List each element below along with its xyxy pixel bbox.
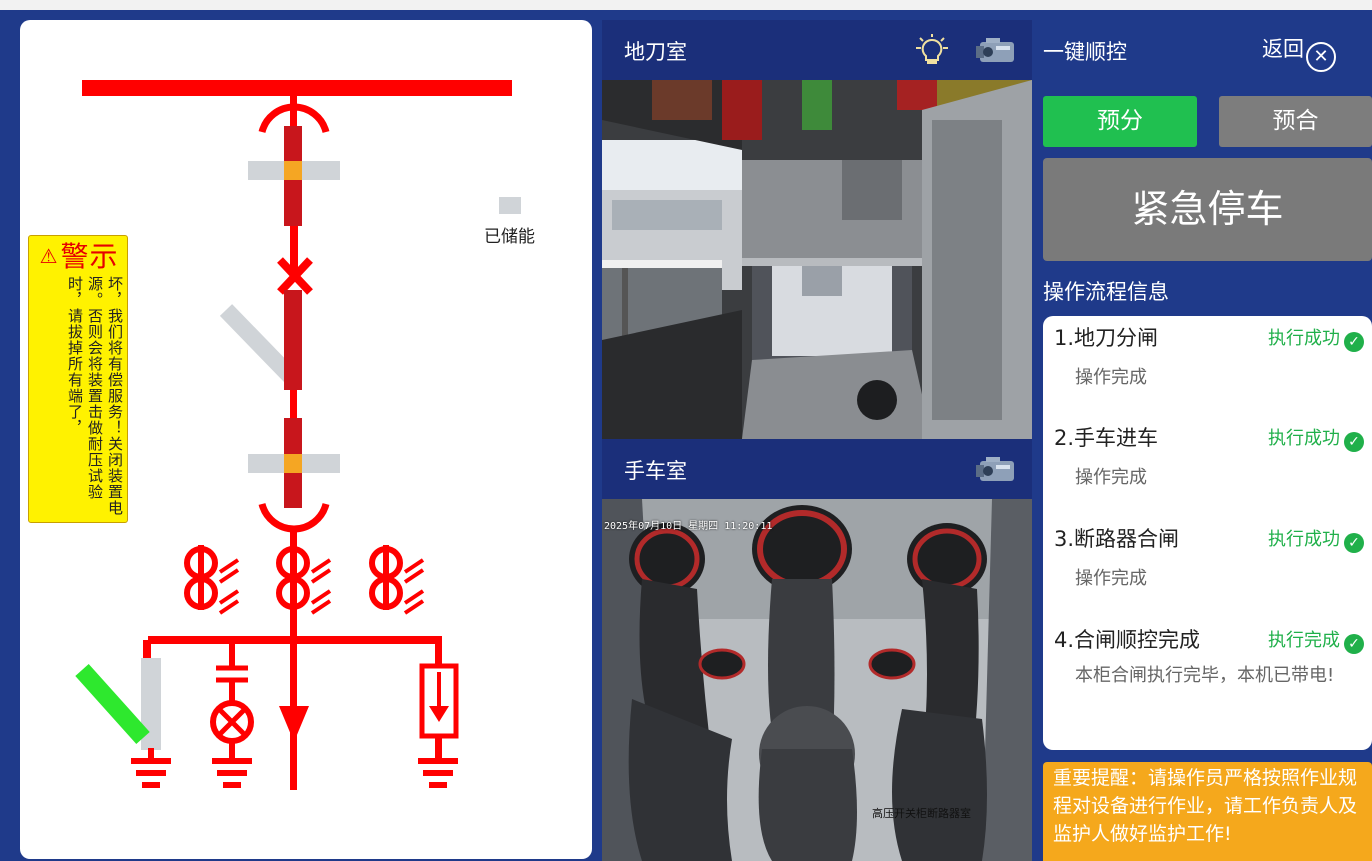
step-name: 2.手车进车 bbox=[1054, 426, 1159, 450]
ct-middle bbox=[276, 546, 332, 615]
check-icon: ✓ bbox=[1344, 432, 1364, 452]
light-bulb-icon[interactable] bbox=[912, 34, 952, 70]
warning-title: ⚠警示 bbox=[39, 240, 119, 273]
step-detail: 操作完成 bbox=[1075, 467, 1147, 488]
busbar bbox=[82, 80, 512, 96]
camera-feed-trolley-room[interactable]: 2025年07月10日 星期四 11:20:11 高压开关柜断路器室 bbox=[602, 499, 1032, 861]
step-status: 执行成功 ✓ bbox=[1268, 525, 1364, 553]
camera-feed-earth-switch-room[interactable] bbox=[602, 80, 1032, 439]
camera-icon[interactable] bbox=[974, 34, 1018, 68]
flow-title: 操作流程信息 bbox=[1043, 280, 1169, 304]
check-icon: ✓ bbox=[1344, 533, 1364, 553]
warning-text: 坏，我们将有偿服务！关闭装置电源。否则会将装置击做耐压试验时，请拔掉所有端了， bbox=[66, 276, 124, 516]
close-icon: ✕ bbox=[1306, 42, 1336, 72]
step-status: 执行成功 ✓ bbox=[1268, 324, 1364, 352]
step-name: 3.断路器合闸 bbox=[1054, 527, 1180, 551]
indicator-lamp bbox=[210, 642, 254, 758]
step-detail: 操作完成 bbox=[1075, 367, 1147, 388]
step-status: 执行完成 ✓ bbox=[1268, 626, 1364, 654]
disconnect-blade bbox=[219, 304, 297, 382]
safety-reminder: 重要提醒：请操作员严格按照作业规程对设备进行作业，请工作负责人及监护人做好监护工… bbox=[1043, 762, 1372, 861]
top-strip bbox=[0, 0, 1372, 10]
ct-right bbox=[369, 545, 425, 615]
back-button[interactable]: 返回 ✕ bbox=[1262, 33, 1336, 72]
step-detail: 本柜合闸执行完毕，本机已带电! bbox=[1075, 665, 1335, 686]
camera-title: 手车室 bbox=[624, 459, 687, 483]
earth-left bbox=[131, 748, 171, 788]
step-name: 1.地刀分闸 bbox=[1054, 326, 1159, 350]
camera-osd-datetime: 2025年07月10日 星期四 11:20:11 bbox=[604, 521, 773, 532]
camera-header-earth-switch: 地刀室 bbox=[602, 20, 1032, 80]
branch-bar bbox=[148, 636, 442, 644]
pre-close-button[interactable]: 预合 bbox=[1219, 96, 1372, 147]
step-name: 4.合闸顺控完成 bbox=[1054, 628, 1201, 652]
ct-left bbox=[184, 545, 240, 615]
stored-energy-label: 已储能 bbox=[484, 227, 535, 247]
check-icon: ✓ bbox=[1344, 332, 1364, 352]
emergency-stop-button[interactable]: 紧急停车 bbox=[1043, 158, 1372, 261]
panel-title: 一键顺控 bbox=[1043, 40, 1127, 64]
step-status: 执行成功 ✓ bbox=[1268, 424, 1364, 452]
camera-osd-label: 高压开关柜断路器室 bbox=[872, 807, 971, 820]
earth-switch-blade bbox=[75, 663, 150, 745]
single-line-diagram: ⚠警示 坏，我们将有偿服务！关闭装置电源。否则会将装置击做耐压试验时，请拔掉所有… bbox=[20, 20, 592, 859]
back-label: 返回 bbox=[1262, 37, 1304, 61]
warning-triangle-icon: ⚠ bbox=[39, 244, 59, 268]
step-detail: 操作完成 bbox=[1075, 568, 1147, 589]
check-icon: ✓ bbox=[1344, 634, 1364, 654]
camera-header-trolley-room: 手车室 bbox=[602, 439, 1032, 499]
outgoing-arrow bbox=[279, 706, 309, 742]
camera-title: 地刀室 bbox=[624, 40, 687, 64]
flow-steps-card: 1.地刀分闸 执行成功 ✓ 操作完成 2.手车进车 执行成功 ✓ 操作完成 3.断路… bbox=[1043, 316, 1372, 750]
surge-arrester bbox=[418, 640, 459, 788]
pre-open-button[interactable]: 预分 bbox=[1043, 96, 1197, 147]
stored-energy-indicator bbox=[499, 197, 521, 214]
warning-sign: ⚠警示 坏，我们将有偿服务！关闭装置电源。否则会将装置击做耐压试验时，请拔掉所有… bbox=[28, 235, 128, 523]
camera-icon[interactable] bbox=[974, 453, 1018, 487]
